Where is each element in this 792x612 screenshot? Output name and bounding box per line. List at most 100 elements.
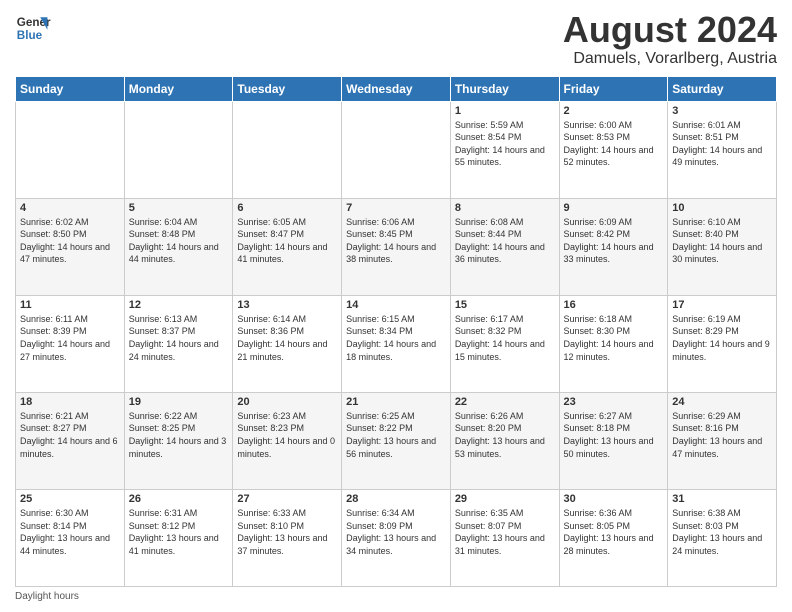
day-info: Sunrise: 6:15 AM Sunset: 8:34 PM Dayligh… (346, 313, 446, 363)
calendar-table: SundayMondayTuesdayWednesdayThursdayFrid… (15, 76, 777, 587)
day-number: 5 (129, 202, 229, 214)
day-info: Sunrise: 6:31 AM Sunset: 8:12 PM Dayligh… (129, 507, 229, 557)
week-row-4: 18 Sunrise: 6:21 AM Sunset: 8:27 PM Dayli… (16, 392, 777, 489)
footer-note: Daylight hours (15, 591, 777, 602)
day-cell: 3Sunrise: 6:01 AM Sunset: 8:51 PM Daylig… (668, 101, 777, 198)
day-info: Sunrise: 6:11 AM Sunset: 8:39 PM Dayligh… (20, 313, 120, 363)
day-cell: 1 Sunrise: 5:59 AM Sunset: 8:54 PM Daylig… (450, 101, 559, 198)
day-cell: 25Sunrise: 6:30 AM Sunset: 8:14 PM Dayli… (16, 489, 125, 586)
day-cell: 5 Sunrise: 6:04 AM Sunset: 8:48 PM Daylig… (124, 198, 233, 295)
day-number: 27 (237, 493, 337, 505)
day-info: Sunrise: 6:08 AM Sunset: 8:44 PM Dayligh… (455, 216, 555, 266)
day-cell: 24 Sunrise: 6:29 AM Sunset: 8:16 PM Dayli… (668, 392, 777, 489)
day-cell: 16 Sunrise: 6:18 AM Sunset: 8:30 PM Dayli… (559, 295, 668, 392)
day-number: 15 (455, 299, 555, 311)
day-info: Sunrise: 6:26 AM Sunset: 8:20 PM Dayligh… (455, 410, 555, 460)
day-number: 17 (672, 299, 772, 311)
day-number: 23 (564, 396, 664, 408)
day-cell: 18 Sunrise: 6:21 AM Sunset: 8:27 PM Dayli… (16, 392, 125, 489)
day-cell: 17 Sunrise: 6:19 AM Sunset: 8:29 PM Dayli… (668, 295, 777, 392)
day-info: Sunrise: 6:22 AM Sunset: 8:25 PM Dayligh… (129, 410, 229, 460)
day-info: Sunrise: 6:00 AM Sunset: 8:53 PM Dayligh… (564, 119, 664, 169)
header-cell-tuesday: Tuesday (233, 76, 342, 101)
day-cell (16, 101, 125, 198)
day-info: Sunrise: 6:06 AM Sunset: 8:45 PM Dayligh… (346, 216, 446, 266)
day-cell (233, 101, 342, 198)
day-number: 18 (20, 396, 120, 408)
day-number: 3 (672, 105, 772, 117)
week-row-1: 1 Sunrise: 5:59 AM Sunset: 8:54 PM Daylig… (16, 101, 777, 198)
day-cell: 10Sunrise: 6:10 AM Sunset: 8:40 PM Dayli… (668, 198, 777, 295)
day-info: Sunrise: 6:14 AM Sunset: 8:36 PM Dayligh… (237, 313, 337, 363)
header-cell-saturday: Saturday (668, 76, 777, 101)
day-number: 12 (129, 299, 229, 311)
day-cell: 31Sunrise: 6:38 AM Sunset: 8:03 PM Dayli… (668, 489, 777, 586)
day-cell: 27Sunrise: 6:33 AM Sunset: 8:10 PM Dayli… (233, 489, 342, 586)
day-number: 24 (672, 396, 772, 408)
header-cell-friday: Friday (559, 76, 668, 101)
day-cell: 22 Sunrise: 6:26 AM Sunset: 8:20 PM Dayli… (450, 392, 559, 489)
day-info: Sunrise: 6:21 AM Sunset: 8:27 PM Dayligh… (20, 410, 120, 460)
day-number: 19 (129, 396, 229, 408)
day-number: 25 (20, 493, 120, 505)
day-number: 21 (346, 396, 446, 408)
day-info: Sunrise: 6:34 AM Sunset: 8:09 PM Dayligh… (346, 507, 446, 557)
day-info: Sunrise: 6:36 AM Sunset: 8:05 PM Dayligh… (564, 507, 664, 557)
day-cell: 2 Sunrise: 6:00 AM Sunset: 8:53 PM Daylig… (559, 101, 668, 198)
day-cell: 20 Sunrise: 6:23 AM Sunset: 8:23 PM Dayli… (233, 392, 342, 489)
day-number: 16 (564, 299, 664, 311)
day-number: 4 (20, 202, 120, 214)
day-cell: 14 Sunrise: 6:15 AM Sunset: 8:34 PM Dayli… (342, 295, 451, 392)
header-row: SundayMondayTuesdayWednesdayThursdayFrid… (16, 76, 777, 101)
day-cell: 4 Sunrise: 6:02 AM Sunset: 8:50 PM Daylig… (16, 198, 125, 295)
day-number: 14 (346, 299, 446, 311)
day-cell: 26 Sunrise: 6:31 AM Sunset: 8:12 PM Dayli… (124, 489, 233, 586)
day-cell: 9 Sunrise: 6:09 AM Sunset: 8:42 PM Daylig… (559, 198, 668, 295)
day-number: 20 (237, 396, 337, 408)
day-cell: 30Sunrise: 6:36 AM Sunset: 8:05 PM Dayli… (559, 489, 668, 586)
day-info: Sunrise: 6:18 AM Sunset: 8:30 PM Dayligh… (564, 313, 664, 363)
page: General Blue August 2024 Damuels, Vorarl… (0, 0, 792, 612)
day-cell: 19 Sunrise: 6:22 AM Sunset: 8:25 PM Dayli… (124, 392, 233, 489)
day-number: 7 (346, 202, 446, 214)
day-info: Sunrise: 5:59 AM Sunset: 8:54 PM Dayligh… (455, 119, 555, 169)
day-cell: 7 Sunrise: 6:06 AM Sunset: 8:45 PM Daylig… (342, 198, 451, 295)
day-info: Sunrise: 6:17 AM Sunset: 8:32 PM Dayligh… (455, 313, 555, 363)
week-row-5: 25Sunrise: 6:30 AM Sunset: 8:14 PM Dayli… (16, 489, 777, 586)
day-info: Sunrise: 6:23 AM Sunset: 8:23 PM Dayligh… (237, 410, 337, 460)
day-cell: 6Sunrise: 6:05 AM Sunset: 8:47 PM Daylig… (233, 198, 342, 295)
header-cell-wednesday: Wednesday (342, 76, 451, 101)
title-block: August 2024 Damuels, Vorarlberg, Austria (563, 10, 777, 68)
day-info: Sunrise: 6:13 AM Sunset: 8:37 PM Dayligh… (129, 313, 229, 363)
logo-icon: General Blue (15, 10, 51, 46)
day-cell: 15 Sunrise: 6:17 AM Sunset: 8:32 PM Dayli… (450, 295, 559, 392)
day-number: 1 (455, 105, 555, 117)
day-info: Sunrise: 6:38 AM Sunset: 8:03 PM Dayligh… (672, 507, 772, 557)
svg-text:Blue: Blue (17, 29, 43, 42)
header-cell-sunday: Sunday (16, 76, 125, 101)
day-info: Sunrise: 6:25 AM Sunset: 8:22 PM Dayligh… (346, 410, 446, 460)
day-number: 2 (564, 105, 664, 117)
day-number: 26 (129, 493, 229, 505)
day-cell: 28 Sunrise: 6:34 AM Sunset: 8:09 PM Dayli… (342, 489, 451, 586)
logo: General Blue (15, 10, 51, 46)
day-info: Sunrise: 6:29 AM Sunset: 8:16 PM Dayligh… (672, 410, 772, 460)
day-number: 10 (672, 202, 772, 214)
day-info: Sunrise: 6:02 AM Sunset: 8:50 PM Dayligh… (20, 216, 120, 266)
day-info: Sunrise: 6:19 AM Sunset: 8:29 PM Dayligh… (672, 313, 772, 363)
day-cell: 29Sunrise: 6:35 AM Sunset: 8:07 PM Dayli… (450, 489, 559, 586)
day-number: 28 (346, 493, 446, 505)
header-cell-monday: Monday (124, 76, 233, 101)
day-cell (124, 101, 233, 198)
day-number: 22 (455, 396, 555, 408)
header-cell-thursday: Thursday (450, 76, 559, 101)
day-number: 6 (237, 202, 337, 214)
header: General Blue August 2024 Damuels, Vorarl… (15, 10, 777, 68)
day-cell: 12 Sunrise: 6:13 AM Sunset: 8:37 PM Dayli… (124, 295, 233, 392)
day-info: Sunrise: 6:04 AM Sunset: 8:48 PM Dayligh… (129, 216, 229, 266)
month-title: August 2024 (563, 10, 777, 50)
day-cell: 23 Sunrise: 6:27 AM Sunset: 8:18 PM Dayli… (559, 392, 668, 489)
day-info: Sunrise: 6:09 AM Sunset: 8:42 PM Dayligh… (564, 216, 664, 266)
day-number: 9 (564, 202, 664, 214)
day-info: Sunrise: 6:27 AM Sunset: 8:18 PM Dayligh… (564, 410, 664, 460)
